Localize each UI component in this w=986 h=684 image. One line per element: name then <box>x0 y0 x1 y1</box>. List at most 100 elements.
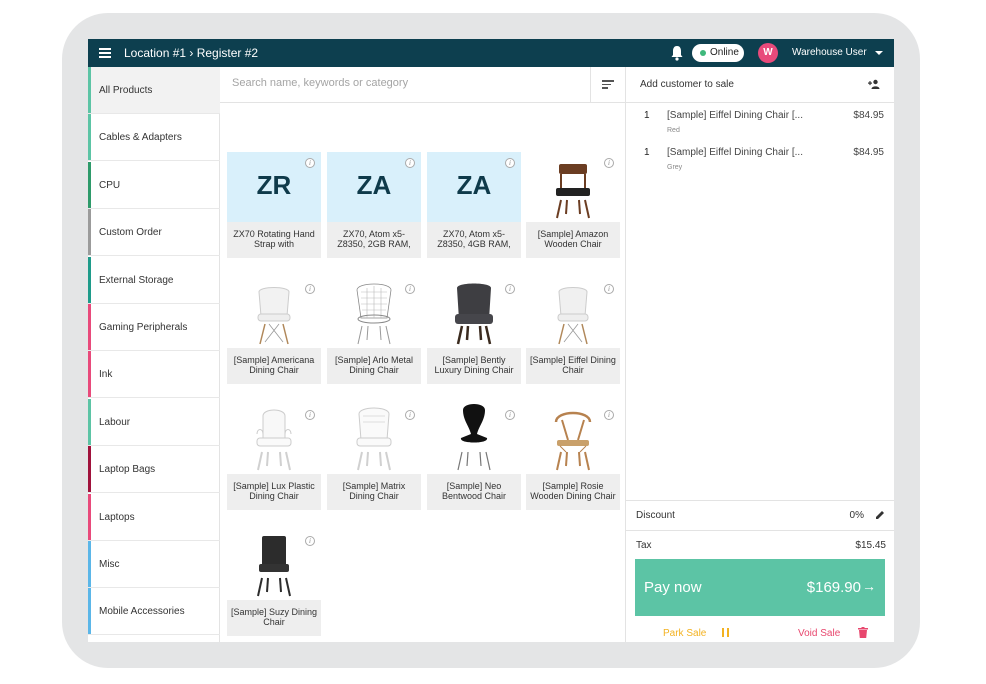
sidebar-item[interactable]: Mobile Accessories <box>88 588 220 636</box>
product-name: [Sample] Suzy Dining Chair <box>230 607 318 627</box>
product-tile[interactable]: i [Sample] Americana Dining Chair <box>227 278 321 384</box>
top-bar: Location #1 › Register #2 Online W Wareh… <box>88 39 894 67</box>
line-qty: 1 <box>644 110 650 121</box>
category-color-stripe <box>88 446 91 493</box>
user-name[interactable]: Warehouse User <box>792 47 867 58</box>
product-name: [Sample] Neo Bentwood Chair <box>441 481 507 501</box>
add-customer-row[interactable]: Add customer to sale <box>626 67 894 103</box>
product-tile[interactable]: i [Sample] Amazon Wooden Chair <box>526 152 620 258</box>
sidebar-item[interactable]: Laptops <box>88 493 220 541</box>
category-color-stripe <box>88 493 91 540</box>
product-image: i <box>227 404 321 474</box>
sort-icon[interactable] <box>602 80 614 90</box>
product-tile[interactable]: i [Sample] Arlo Metal Dining Chair <box>327 278 421 384</box>
info-icon[interactable]: i <box>405 410 415 420</box>
product-image: i <box>526 152 620 222</box>
info-icon[interactable]: i <box>305 284 315 294</box>
category-color-stripe <box>88 398 91 445</box>
void-sale-button[interactable]: Void Sale <box>798 628 840 639</box>
info-icon[interactable]: i <box>604 284 614 294</box>
discount-label: Discount <box>636 510 675 521</box>
product-initials: ZR <box>256 170 292 200</box>
product-image: i <box>327 278 421 348</box>
pencil-icon[interactable] <box>875 510 885 520</box>
park-sale-button[interactable]: Park Sale <box>663 628 706 639</box>
category-color-stripe <box>88 161 91 208</box>
bell-icon[interactable] <box>670 45 684 61</box>
product-tile[interactable]: i [Sample] Bently Luxury Dining Chair <box>427 278 521 384</box>
sidebar-item-label: Ink <box>99 369 113 381</box>
info-icon[interactable]: i <box>305 536 315 546</box>
product-name: ZX70 Rotating Hand Strap with <box>233 229 315 249</box>
product-name: [Sample] Americana Dining Chair <box>233 355 315 375</box>
hamburger-menu-icon[interactable] <box>99 48 111 58</box>
line-qty: 1 <box>644 147 650 158</box>
pay-total: $169.90 <box>806 579 861 596</box>
category-sidebar: All Products Cables & Adapters CPU Custom O… <box>88 67 220 642</box>
sidebar-item[interactable]: External Storage <box>88 256 220 304</box>
tax-row: Tax $15.45 <box>626 530 894 560</box>
category-color-stripe <box>88 256 91 303</box>
product-tile[interactable]: i [Sample] Neo Bentwood Chair <box>427 404 521 510</box>
info-icon[interactable]: i <box>305 158 315 168</box>
chevron-down-icon[interactable] <box>875 51 883 55</box>
sidebar-item[interactable]: Labour <box>88 398 220 446</box>
product-name: [Sample] Amazon Wooden Chair <box>537 229 609 249</box>
product-tile[interactable]: ZA i ZX70, Atom x5-Z8350, 2GB RAM, <box>327 152 421 258</box>
product-name: [Sample] Matrix Dining Chair <box>342 481 406 501</box>
search-input[interactable] <box>232 77 572 89</box>
product-initials: ZA <box>456 170 492 200</box>
info-icon[interactable]: i <box>405 158 415 168</box>
product-image: i <box>327 404 421 474</box>
product-initials: ZA <box>356 170 392 200</box>
info-icon[interactable]: i <box>405 284 415 294</box>
sidebar-item[interactable]: Gaming Peripherals <box>88 304 220 351</box>
sidebar-item[interactable]: Custom Order <box>88 209 220 257</box>
sidebar-item[interactable]: Misc <box>88 541 220 588</box>
discount-value: 0% <box>849 510 864 521</box>
product-tile[interactable]: i [Sample] Matrix Dining Chair <box>327 404 421 510</box>
info-icon[interactable]: i <box>505 410 515 420</box>
search-bar <box>220 67 625 103</box>
product-tile[interactable]: i [Sample] Lux Plastic Dining Chair <box>227 404 321 510</box>
online-status-label: Online <box>710 47 739 58</box>
cart-line-item[interactable]: 1 [Sample] Eiffel Dining Chair [... Red … <box>626 110 894 146</box>
product-name: [Sample] Eiffel Dining Chair <box>530 355 616 375</box>
sidebar-item[interactable]: CPU <box>88 161 220 209</box>
product-image: i <box>427 278 521 348</box>
category-color-stripe <box>88 351 91 398</box>
info-icon[interactable]: i <box>604 410 614 420</box>
product-name: ZX70, Atom x5-Z8350, 4GB RAM, <box>437 229 511 249</box>
sidebar-item-label: CPU <box>99 179 121 191</box>
product-tile[interactable]: i [Sample] Rosie Wooden Dining Chair <box>526 404 620 510</box>
add-customer-label: Add customer to sale <box>640 79 734 90</box>
product-tile[interactable]: i [Sample] Eiffel Dining Chair <box>526 278 620 384</box>
breadcrumb[interactable]: Location #1 › Register #2 <box>124 46 258 60</box>
info-icon[interactable]: i <box>505 284 515 294</box>
sidebar-item[interactable]: Ink <box>88 351 220 399</box>
info-icon[interactable]: i <box>305 410 315 420</box>
sidebar-item[interactable]: Laptop Bags <box>88 446 220 494</box>
cart-line-item[interactable]: 1 [Sample] Eiffel Dining Chair [... Grey… <box>626 147 894 183</box>
trash-icon[interactable] <box>858 627 868 638</box>
sidebar-item[interactable]: All Products <box>88 67 220 114</box>
sidebar-item-label: Laptops <box>99 511 135 523</box>
pause-icon[interactable] <box>722 628 730 637</box>
category-color-stripe <box>88 541 91 587</box>
pay-now-label: Pay now <box>644 579 702 596</box>
discount-row[interactable]: Discount 0% <box>626 500 894 530</box>
add-person-icon[interactable] <box>868 79 880 89</box>
category-color-stripe <box>88 114 91 161</box>
product-placeholder: ZR i <box>227 152 321 222</box>
product-tile[interactable]: ZR i ZX70 Rotating Hand Strap with <box>227 152 321 258</box>
product-tile[interactable]: i [Sample] Suzy Dining Chair <box>227 530 321 636</box>
sidebar-item[interactable]: Cables & Adapters <box>88 114 220 162</box>
sidebar-item-label: External Storage <box>99 274 174 286</box>
category-color-stripe <box>88 588 91 635</box>
pay-now-button[interactable]: Pay now $169.90 → <box>635 559 885 616</box>
product-name: [Sample] Lux Plastic Dining Chair <box>233 481 315 501</box>
avatar[interactable]: W <box>758 43 778 63</box>
product-tile[interactable]: ZA i ZX70, Atom x5-Z8350, 4GB RAM, <box>427 152 521 258</box>
info-icon[interactable]: i <box>505 158 515 168</box>
info-icon[interactable]: i <box>604 158 614 168</box>
